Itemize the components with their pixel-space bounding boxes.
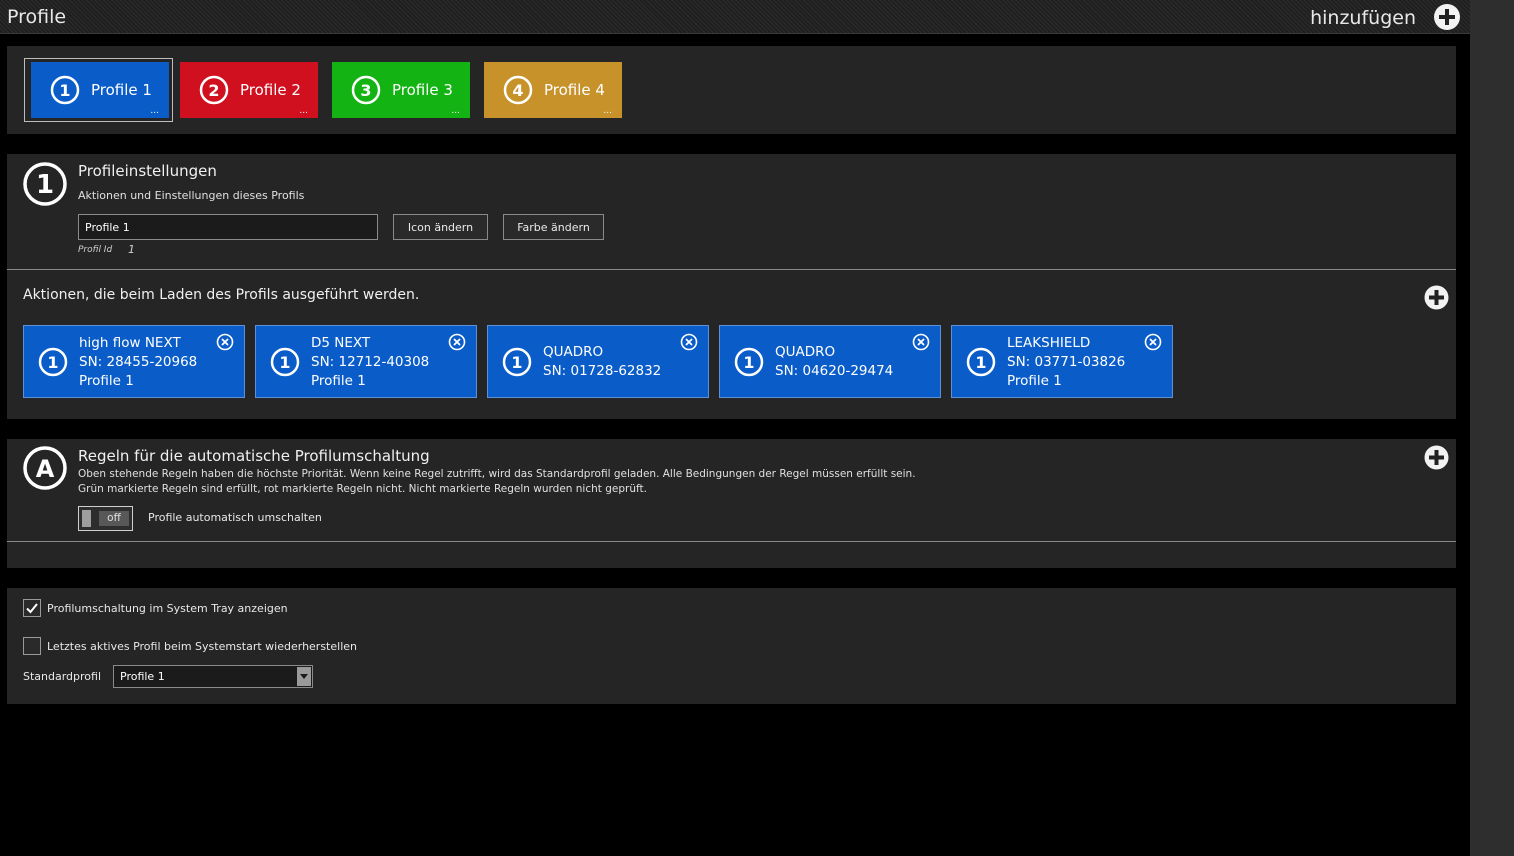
profile-number-icon: 1 (734, 347, 764, 377)
action-card[interactable]: 1 QUADRO SN: 01728-62832 (487, 325, 709, 398)
close-circle-icon[interactable] (216, 333, 234, 351)
action-target-profile: Profile 1 (311, 373, 366, 389)
svg-text:2: 2 (208, 81, 219, 100)
profile-tile-label: Profile 1 (91, 81, 152, 99)
svg-text:1: 1 (279, 353, 290, 372)
action-card[interactable]: 1 QUADRO SN: 04620-29474 (719, 325, 941, 398)
auto-letter-icon: A (23, 446, 67, 490)
profile-number-icon: 1 (270, 347, 300, 377)
action-device-name: QUADRO (543, 344, 604, 360)
profile-tile-label: Profile 4 (544, 81, 605, 99)
change-icon-button[interactable]: Icon ändern (393, 214, 488, 240)
restore-checkbox-label: Letztes aktives Profil beim Systemstart … (47, 640, 357, 653)
auto-switch-label: Profile automatisch umschalten (148, 511, 322, 524)
svg-text:3: 3 (360, 81, 371, 100)
profile-tile-label: Profile 3 (392, 81, 453, 99)
profile-tile-3[interactable]: 3 Profile 3 ... (332, 62, 470, 118)
auto-switch-toggle[interactable]: off (78, 506, 133, 531)
add-profile-button[interactable] (1434, 4, 1460, 30)
number-1-icon: 1 (50, 75, 80, 105)
plus-circle-icon (1424, 285, 1449, 310)
action-target-profile: Profile 1 (1007, 373, 1062, 389)
rules-title: Regeln für die automatische Profilumscha… (78, 447, 430, 465)
more-icon[interactable]: ... (299, 107, 308, 116)
default-profile-value: Profile 1 (120, 670, 165, 683)
profile-tile-label: Profile 2 (240, 81, 301, 99)
tray-checkbox[interactable] (23, 599, 41, 617)
more-icon[interactable]: ... (603, 107, 612, 116)
close-circle-icon[interactable] (1144, 333, 1162, 351)
page-title: Profile (7, 6, 67, 28)
tray-checkbox-label: Profilumschaltung im System Tray anzeige… (47, 602, 288, 615)
svg-text:1: 1 (975, 353, 986, 372)
profile-number-icon: 1 (966, 347, 996, 377)
profile-name-input[interactable] (78, 214, 378, 240)
close-circle-icon[interactable] (448, 333, 466, 351)
action-serial: SN: 28455-20968 (79, 354, 198, 370)
profile-number-icon: 1 (502, 347, 532, 377)
chevron-down-icon[interactable] (297, 667, 311, 686)
action-serial: SN: 01728-62832 (543, 363, 662, 379)
svg-text:4: 4 (512, 81, 523, 100)
settings-title: Profileinstellungen (78, 162, 217, 180)
profile-settings-panel: 1 Profileinstellungen Aktionen und Einst… (7, 154, 1456, 419)
profile-id-value: 1 (128, 243, 135, 256)
action-target-profile: Profile 1 (79, 373, 134, 389)
profile-tile-1[interactable]: 1 Profile 1 ... (31, 62, 169, 118)
actions-title: Aktionen, die beim Laden des Profils aus… (23, 287, 420, 303)
profile-tiles-panel: 1 Profile 1 ... 2 Profile 2 ... 3 Profil… (7, 46, 1456, 134)
add-action-button[interactable] (1424, 285, 1449, 310)
toggle-knob (82, 510, 91, 527)
action-device-name: QUADRO (775, 344, 836, 360)
profile-tile-2[interactable]: 2 Profile 2 ... (180, 62, 318, 118)
profile-options-panel: Profilumschaltung im System Tray anzeige… (7, 588, 1456, 704)
title-bar: Profile hinzufügen (0, 0, 1470, 34)
action-device-name: LEAKSHIELD (1007, 335, 1091, 351)
number-4-icon: 4 (503, 75, 533, 105)
profile-id-label: Profil Id (78, 245, 113, 255)
svg-text:A: A (36, 455, 55, 483)
more-icon[interactable]: ... (451, 107, 460, 116)
svg-text:1: 1 (511, 353, 522, 372)
section-divider (7, 269, 1456, 270)
action-device-name: D5 NEXT (311, 335, 371, 351)
profile-number-icon: 1 (23, 162, 67, 206)
toggle-state: off (99, 511, 129, 526)
section-divider (7, 541, 1456, 542)
restore-checkbox[interactable] (23, 637, 41, 655)
svg-text:1: 1 (59, 81, 70, 100)
default-profile-label: Standardprofil (23, 670, 102, 683)
close-circle-icon[interactable] (680, 333, 698, 351)
profile-number-icon: 1 (38, 347, 68, 377)
number-2-icon: 2 (199, 75, 229, 105)
action-serial: SN: 04620-29474 (775, 363, 894, 379)
plus-circle-icon (1424, 445, 1449, 470)
close-circle-icon[interactable] (912, 333, 930, 351)
settings-subtitle: Aktionen und Einstellungen dieses Profil… (78, 189, 305, 202)
more-icon[interactable]: ... (150, 107, 159, 116)
change-color-button[interactable]: Farbe ändern (503, 214, 604, 240)
svg-text:1: 1 (743, 353, 754, 372)
plus-circle-icon (1439, 9, 1455, 25)
add-profile-label[interactable]: hinzufügen (1310, 7, 1416, 29)
add-rule-button[interactable] (1424, 445, 1449, 470)
rules-description: Oben stehende Regeln haben die höchste P… (78, 467, 916, 497)
action-serial: SN: 03771-03826 (1007, 354, 1126, 370)
svg-text:1: 1 (47, 353, 58, 372)
window-side-strip (1470, 0, 1514, 856)
auto-switch-rules-panel: A Regeln für die automatische Profilumsc… (7, 439, 1456, 568)
action-card[interactable]: 1 high flow NEXT SN: 28455-20968 Profile… (23, 325, 245, 398)
action-card[interactable]: 1 D5 NEXT SN: 12712-40308 Profile 1 (255, 325, 477, 398)
svg-text:1: 1 (36, 170, 54, 200)
checkmark-icon (26, 603, 38, 614)
default-profile-select[interactable]: Profile 1 (113, 665, 313, 688)
rules-description-line2: Grün markierte Regeln sind erfüllt, rot … (78, 483, 647, 495)
action-device-name: high flow NEXT (79, 335, 181, 351)
rules-description-line1: Oben stehende Regeln haben die höchste P… (78, 468, 916, 480)
action-serial: SN: 12712-40308 (311, 354, 430, 370)
number-3-icon: 3 (351, 75, 381, 105)
profile-tile-4[interactable]: 4 Profile 4 ... (484, 62, 622, 118)
action-card[interactable]: 1 LEAKSHIELD SN: 03771-03826 Profile 1 (951, 325, 1173, 398)
